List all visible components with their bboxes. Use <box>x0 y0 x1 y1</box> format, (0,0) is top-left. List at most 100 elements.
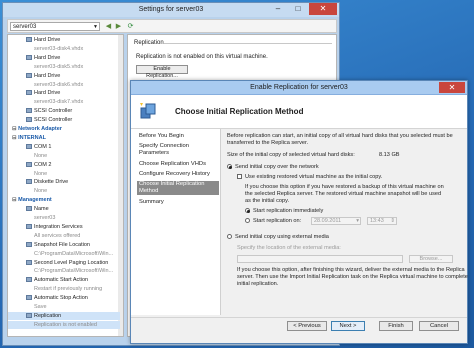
external-note-1: If you choose this option, after finishi… <box>237 267 465 273</box>
tree-row[interactable]: Snapshot File Location <box>26 241 120 249</box>
device-icon <box>26 90 32 96</box>
finish-button[interactable]: Finish <box>379 321 413 331</box>
tree-row[interactable]: Replication is not enabled <box>8 320 120 329</box>
tree-row-label: Replication is not enabled <box>34 321 97 328</box>
date-picker[interactable]: 28.09.2011 ▾ <box>311 217 361 225</box>
tree-row[interactable]: ⊟ Network Adapter <box>12 125 120 133</box>
tree-row[interactable]: Hard Drive <box>26 36 120 44</box>
tree-row[interactable]: SCSI Controller <box>26 107 120 115</box>
wizard-step[interactable]: Choose Replication VHDs <box>139 161 219 168</box>
tree-row[interactable]: Name <box>26 205 120 213</box>
tree-row-label: Second Level Paging Location <box>34 259 109 266</box>
tree-row-label: Hard Drive <box>34 90 61 97</box>
back-arrow-icon[interactable]: ◀ <box>104 22 113 31</box>
wizard-step[interactable]: Specify Connection Parameters <box>139 143 219 157</box>
server-select-value: server03 <box>13 24 37 30</box>
device-icon <box>26 259 32 265</box>
tree-row[interactable]: Automatic Start Action <box>26 276 120 284</box>
settings-toolbar: server03 ▼ ◀ ▶ ⟳ <box>7 19 337 33</box>
minimize-button[interactable]: – <box>269 3 287 15</box>
close-button[interactable]: ✕ <box>309 3 337 15</box>
radio-start-immediately[interactable]: Start replication immediately <box>245 208 323 215</box>
radio-network-selected-icon <box>227 164 232 170</box>
forward-arrow-icon[interactable]: ▶ <box>114 22 123 31</box>
device-icon <box>26 143 32 149</box>
device-icon <box>26 117 32 123</box>
tree-row[interactable]: SCSI Controller <box>26 116 120 124</box>
tree-row-label: Hard Drive <box>34 37 61 43</box>
tree-row[interactable]: None <box>34 187 120 195</box>
replication-status-text: Replication is not enabled on this virtu… <box>136 54 268 60</box>
tree-row[interactable]: ⊟ INTERNAL <box>12 134 120 142</box>
refresh-icon[interactable]: ⟳ <box>126 22 135 31</box>
tree-row-label: Name <box>34 206 49 213</box>
tree-row[interactable]: None <box>34 152 120 160</box>
tree-row[interactable]: Save <box>34 303 120 311</box>
radio-network[interactable]: Send initial copy over the network <box>227 164 319 171</box>
wizard-step[interactable]: Configure Recovery History <box>139 171 219 178</box>
enable-replication-button[interactable]: Enable Replication... <box>136 65 188 79</box>
time-picker[interactable]: 13:43 ⇕ <box>367 217 397 225</box>
tree-row-label: COM 2 <box>34 161 52 168</box>
tree-row[interactable]: COM 2 <box>26 161 120 169</box>
replication-caption: Replication <box>134 40 164 46</box>
tree-row-label: Management <box>18 197 52 204</box>
tree-row[interactable]: COM 1 <box>26 143 120 151</box>
tree-row[interactable]: server03 <box>34 214 120 222</box>
tree-row-label: server03-disk4.vhdx <box>34 45 84 52</box>
tree-row[interactable]: Hard Drive <box>26 72 120 80</box>
tree-row-label: server03 <box>34 215 56 221</box>
tree-row-label: Hard Drive <box>34 54 61 61</box>
tree-row[interactable]: server03-disk6.vhdx <box>34 81 120 89</box>
existing-note-2: the selected Replica server. The restore… <box>245 191 442 197</box>
existing-note-3: as the initial copy. <box>245 198 290 204</box>
tree-row[interactable]: Hard Drive <box>26 89 120 97</box>
tree-row[interactable]: Restart if previously running <box>34 285 120 293</box>
external-location-label: Specify the location of the external med… <box>237 245 341 251</box>
tree-row-label: Integration Services <box>34 223 83 230</box>
tree-row[interactable]: C:\ProgramData\Microsoft\Win... <box>34 267 120 275</box>
tree-row[interactable]: server03-disk4.vhdx <box>34 45 120 53</box>
server-select[interactable]: server03 ▼ <box>10 22 100 31</box>
tree-row[interactable]: Diskette Drive <box>26 178 120 186</box>
browse-button[interactable]: Browse... <box>409 255 453 263</box>
tree-row[interactable]: Integration Services <box>26 223 120 231</box>
tree-row[interactable]: Replication <box>8 311 120 320</box>
tree-row-label: None <box>34 188 48 195</box>
maximize-button[interactable]: □ <box>289 3 307 15</box>
tree-row[interactable]: Second Level Paging Location <box>26 259 120 267</box>
caption-divider <box>164 43 332 44</box>
device-icon <box>26 54 32 60</box>
tree-row[interactable]: server03-disk7.vhdx <box>34 98 120 106</box>
previous-button[interactable]: < Previous <box>287 321 327 331</box>
external-note-3: initial replication. <box>237 281 279 287</box>
wizard-step[interactable]: Before You Begin <box>139 133 219 140</box>
external-location-input[interactable] <box>237 255 403 263</box>
tree-row-label: Automatic Stop Action <box>34 295 88 302</box>
tree-row[interactable]: server03-disk5.vhdx <box>34 63 120 71</box>
tree-row[interactable]: Hard Drive <box>26 54 120 62</box>
dialog-title-bar: Enable Replication for server03 ✕ <box>131 81 467 95</box>
tree-row[interactable]: None <box>34 170 120 178</box>
dialog-close-button[interactable]: ✕ <box>439 82 465 93</box>
tree-row[interactable]: C:\ProgramData\Microsoft\Win... <box>34 250 120 258</box>
radio-network-label: Send initial copy over the network <box>235 164 319 170</box>
device-icon <box>26 312 32 318</box>
time-spinner-icon: ⇕ <box>390 218 395 224</box>
tree-row[interactable]: ⊟ Management <box>12 196 120 204</box>
intro-line-1: Before replication can start, an initial… <box>227 133 453 139</box>
tree-row-label: Restart if previously running <box>34 286 103 293</box>
wizard-step[interactable]: Summary <box>139 199 219 206</box>
tree-row[interactable]: All services offered <box>34 232 120 240</box>
tree-row-label: Hard Drive <box>34 72 61 79</box>
cancel-button[interactable]: Cancel <box>419 321 459 331</box>
radio-external-media[interactable]: Send initial copy using external media <box>227 234 329 241</box>
time-value: 13:43 <box>370 218 384 224</box>
radio-start-on[interactable]: Start replication on: <box>245 218 301 225</box>
checkbox-existing-vm[interactable]: Use existing restored virtual machine as… <box>237 174 382 181</box>
wizard-step[interactable]: Choose Initial Replication Method <box>137 181 219 195</box>
device-icon <box>26 206 32 212</box>
settings-title-bar: Settings for server03 – □ ✕ <box>3 3 339 17</box>
next-button[interactable]: Next > <box>331 321 365 331</box>
tree-row[interactable]: Automatic Stop Action <box>26 294 120 302</box>
